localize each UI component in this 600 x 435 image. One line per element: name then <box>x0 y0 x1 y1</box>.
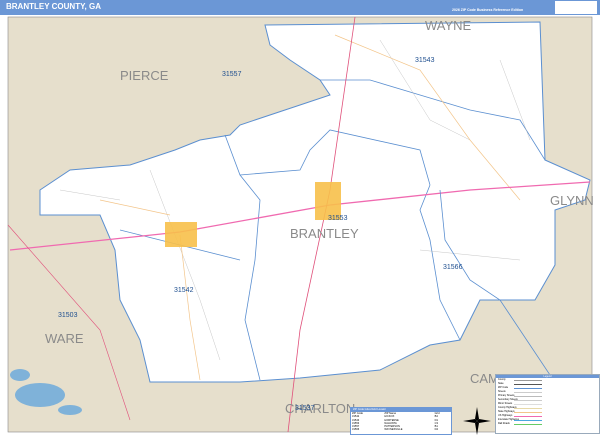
county-label-ware: WARE <box>45 331 84 346</box>
county-label-glynn: GLYNN <box>550 193 594 208</box>
edition-label: 2026 ZIP Code Business Reference Edition <box>452 8 524 12</box>
map-title: BRANTLEY COUNTY, GA <box>6 2 101 11</box>
zip-label: 31503 <box>58 312 78 319</box>
legend-item: Rail Roads <box>496 422 599 426</box>
zip-label: 31553 <box>328 215 348 222</box>
county-label-pierce: PIERCE <box>120 68 169 83</box>
zip-cell: 31566 <box>352 428 360 432</box>
county-label-wayne: WAYNE <box>425 18 472 33</box>
town-hoboken[interactable] <box>165 222 197 247</box>
publisher-logo <box>555 1 597 14</box>
grid-cell: D4 <box>434 428 438 432</box>
county-label-brantley: BRANTLEY <box>290 226 359 241</box>
zip-label: 31542 <box>174 287 194 294</box>
map-legend: Legend County State ZIP Code Streets Pri… <box>495 374 600 434</box>
zip-label: 31537 <box>295 405 315 412</box>
zip-index-table: ZIP Code Index/Grid Locator ZIP Code ZIP… <box>350 407 452 435</box>
zip-label: 31566 <box>443 264 463 271</box>
name-cell: WAYNESVILLE <box>384 428 403 432</box>
county-map[interactable]: PIERCE WAYNE GLYNN BRANTLEY WARE CAM CHA… <box>0 15 600 435</box>
zip-label: 31543 <box>415 57 435 64</box>
zip-label: 31557 <box>222 71 242 78</box>
map-header: BRANTLEY COUNTY, GA 2026 ZIP Code Busine… <box>0 0 600 15</box>
table-row: 31566 WAYNESVILLE D4 <box>351 428 451 431</box>
